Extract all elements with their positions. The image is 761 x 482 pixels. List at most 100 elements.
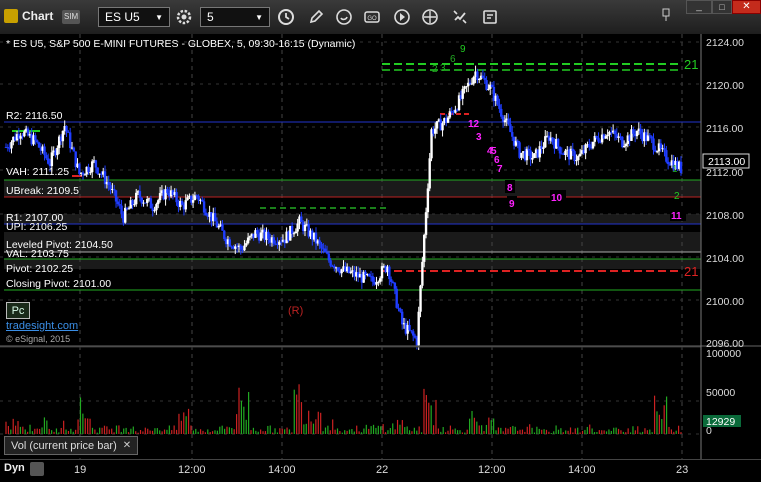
refresh-icon[interactable] [334,7,354,27]
volume-bar [219,426,221,434]
volume-bar [310,421,312,434]
volume-bar [284,429,286,434]
volume-bar [286,427,288,434]
volume-bar [108,429,110,434]
close-icon[interactable]: ✕ [123,440,131,451]
candle-up [531,157,534,160]
pc-button[interactable]: Pc [6,302,30,319]
candle-down [650,136,653,139]
pin-icon[interactable] [660,8,672,22]
candle-up [217,225,220,228]
volume-bar [517,430,519,434]
link-icon[interactable] [450,7,470,27]
candle-down [213,213,217,222]
volume-bar [634,430,636,434]
volume-bar [533,432,536,434]
volume-bar [332,419,334,434]
interval-selector[interactable]: 5 ▼ [200,7,270,27]
volume-bar [425,395,427,434]
volume-bar [272,432,274,434]
volume-bars [5,384,682,434]
volume-bar [418,426,420,434]
candle-up [380,266,384,279]
volume-bar [444,432,447,434]
candle-down [68,132,72,149]
candle-up [417,311,420,346]
candle-up [434,128,437,134]
candle-up [624,143,628,147]
volume-bar [466,429,468,434]
candle-up [248,236,252,238]
volume-bar [267,425,269,434]
volume-bar [485,424,488,434]
volume-bar [202,430,204,434]
zoom-icon[interactable] [30,462,44,476]
volume-bar [481,425,483,434]
volume-bar [351,429,353,434]
volume-bar [560,428,562,434]
candle-down [131,200,134,205]
candle-down [118,204,121,206]
candle-up [61,130,65,142]
minimize-button[interactable]: _ [686,0,712,14]
candle-down [87,166,90,173]
candle-down [6,147,10,149]
candle-down [140,197,143,204]
volume-bar [432,425,435,434]
volume-bar [665,396,668,434]
volume-bar [495,430,497,434]
candle-down [96,167,99,174]
td-count: 2 [674,191,680,202]
volume-bar [260,429,262,434]
maximize-button[interactable]: □ [712,0,732,14]
candle-up [155,204,158,211]
volume-bar [548,431,550,434]
volume-bar [211,431,214,434]
volume-bar [257,431,259,434]
note-icon[interactable] [480,7,500,27]
candle-down [648,135,652,137]
volume-bar [63,420,65,434]
volume-bar [298,384,300,434]
volume-bar [572,432,574,434]
volume-bar [363,428,365,434]
volume-bar [442,427,444,434]
volume-panel-tab[interactable]: Vol (current price bar) ✕ [4,436,139,455]
go-icon[interactable]: GO [362,7,382,27]
dyn-label[interactable]: Dyn [4,462,25,474]
td-count: 7 [497,164,503,175]
candle-up [606,134,609,137]
candle-up [577,156,580,161]
volume-bar [226,426,228,434]
volume-bar [154,428,156,434]
clock-icon[interactable] [276,7,296,27]
chart-app-icon [4,9,18,23]
volume-bar [111,428,113,434]
play-icon[interactable] [392,7,412,27]
tradesight-link[interactable]: tradesight.com [6,320,78,332]
pencil-icon[interactable] [306,7,326,27]
candle-down [43,146,46,156]
volume-bar [555,425,557,434]
gear-icon[interactable] [174,7,194,27]
volume-bar [435,399,437,434]
candle-up [544,136,547,148]
green-21-marker: 21 [684,57,698,72]
symbol-selector[interactable]: ES U5 ▼ [98,7,170,27]
volume-bar [593,432,596,434]
chevron-down-icon: ▼ [255,12,263,22]
volume-bar [406,426,408,434]
volume-bar [629,432,632,434]
candle-down [399,308,402,312]
crosshair-icon[interactable] [420,7,440,27]
volume-bar [375,427,377,434]
price-chart[interactable]: 2124.00 2120.00 2116.00 2112.00 2108.00 … [0,34,761,481]
volume-bar [22,426,24,434]
candle-up [465,86,468,88]
volume-bar [7,426,10,434]
volume-bar [574,428,576,434]
candle-up [446,117,450,123]
close-button[interactable]: ✕ [732,0,761,14]
volume-bar [677,425,680,434]
volume-bar [113,432,115,434]
